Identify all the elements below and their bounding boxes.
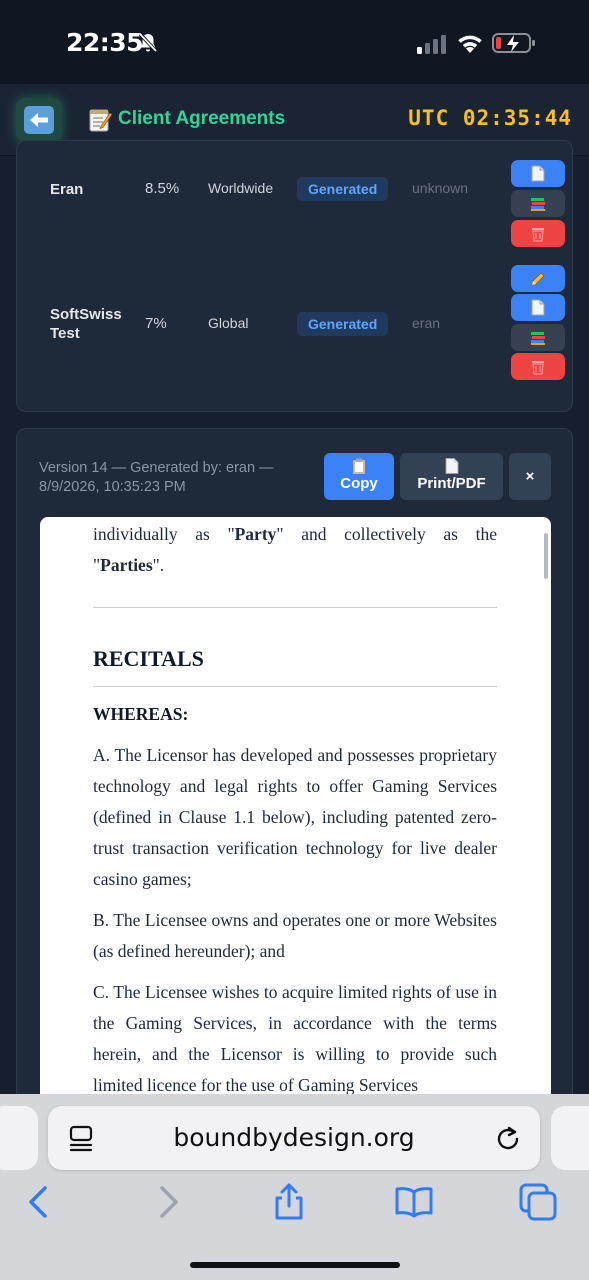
document-icon: [445, 458, 458, 474]
intro-paragraph: individually as "Party" and collectively…: [93, 524, 497, 544]
version-info: Version 14 — Generated by: eran — 8/9/20…: [39, 460, 274, 495]
region: Global: [208, 315, 249, 331]
url-text: boundbydesign.org: [173, 1123, 415, 1152]
status-bar: 22:35: [0, 0, 589, 84]
reload-icon[interactable]: [494, 1125, 522, 1153]
recital-b: B. The Licensee owns and operates one or…: [93, 910, 497, 961]
home-indicator[interactable]: [190, 1262, 400, 1268]
versions-button[interactable]: [511, 190, 565, 217]
table-row: Eran 8.5% Worldwide Generated unknown: [17, 141, 572, 251]
wifi-icon: [458, 35, 482, 53]
whereas-heading: WHEREAS:: [93, 704, 189, 724]
copy-label: Copy: [340, 475, 378, 492]
bell-muted-icon: [138, 32, 158, 53]
back-chevron-icon[interactable]: [20, 1182, 60, 1222]
status-badge: Generated: [297, 177, 389, 201]
back-arrow-icon: [24, 106, 54, 134]
pencil-icon: [531, 272, 545, 285]
heading-underline: [93, 686, 497, 687]
generated-by: unknown: [412, 180, 469, 196]
delete-button[interactable]: [511, 220, 565, 247]
utc-clock: UTC 02:35:44: [408, 106, 572, 130]
books-icon: [531, 331, 545, 345]
versions-button[interactable]: [511, 324, 565, 351]
status-time: 22:35: [66, 28, 144, 57]
agreement-preview-panel: Version 14 — Generated by: eran — 8/9/20…: [16, 428, 573, 1128]
battery-charging-icon: [492, 33, 535, 53]
view-document-button[interactable]: [511, 160, 565, 187]
document-icon: [531, 165, 545, 182]
memo-icon: [89, 109, 112, 132]
party-term: Party: [234, 524, 277, 544]
print-pdf-button[interactable]: Print/PDF: [400, 453, 503, 500]
browser-toolbar: boundbydesign.org: [0, 1094, 589, 1280]
share-icon[interactable]: [269, 1182, 309, 1222]
document-scrollbar[interactable]: [544, 533, 548, 579]
recital-c: C. The Licensee wishes to acquire limite…: [93, 982, 497, 1095]
print-label: Print/PDF: [417, 475, 486, 492]
region: Worldwide: [208, 180, 274, 196]
page-title: Client Agreements: [118, 108, 286, 129]
copy-button[interactable]: Copy: [324, 453, 394, 500]
edit-button[interactable]: [511, 265, 565, 292]
agreements-table: Eran 8.5% Worldwide Generated unknown So…: [16, 140, 573, 412]
recital-a: A. The Licensor has developed and posses…: [93, 745, 497, 889]
section-divider: [93, 607, 497, 608]
view-document-button[interactable]: [511, 294, 565, 321]
table-row: SoftSwiss Test 7% Global Generated eran: [17, 251, 572, 391]
intro-paragraph-end: "Parties".: [93, 555, 165, 575]
client-name: Eran: [50, 181, 84, 198]
generated-by: eran: [412, 315, 441, 331]
books-icon: [531, 197, 545, 211]
tabs-icon[interactable]: [518, 1182, 558, 1222]
parties-term: Parties: [100, 555, 153, 575]
delete-button[interactable]: [511, 353, 565, 380]
cellular-signal-icon: [417, 35, 446, 54]
status-badge: Generated: [297, 312, 389, 336]
revenue-share: 7%: [145, 315, 167, 332]
document-icon: [531, 299, 545, 316]
back-button[interactable]: [16, 98, 62, 142]
document-viewer[interactable]: individually as "Party" and collectively…: [40, 517, 551, 1127]
clipboard-icon: [353, 458, 365, 474]
forward-chevron-icon[interactable]: [147, 1182, 187, 1222]
trash-icon: [532, 360, 544, 374]
next-tab-preview[interactable]: [551, 1106, 589, 1170]
bookmarks-icon[interactable]: [394, 1182, 434, 1222]
trash-icon: [532, 227, 544, 241]
close-button[interactable]: ×: [509, 453, 551, 500]
revenue-share: 8.5%: [145, 180, 180, 197]
client-name: SoftSwiss Test: [50, 306, 122, 342]
recitals-heading: RECITALS: [93, 646, 204, 671]
address-bar[interactable]: boundbydesign.org: [48, 1106, 540, 1170]
previous-tab-preview[interactable]: [0, 1106, 38, 1170]
